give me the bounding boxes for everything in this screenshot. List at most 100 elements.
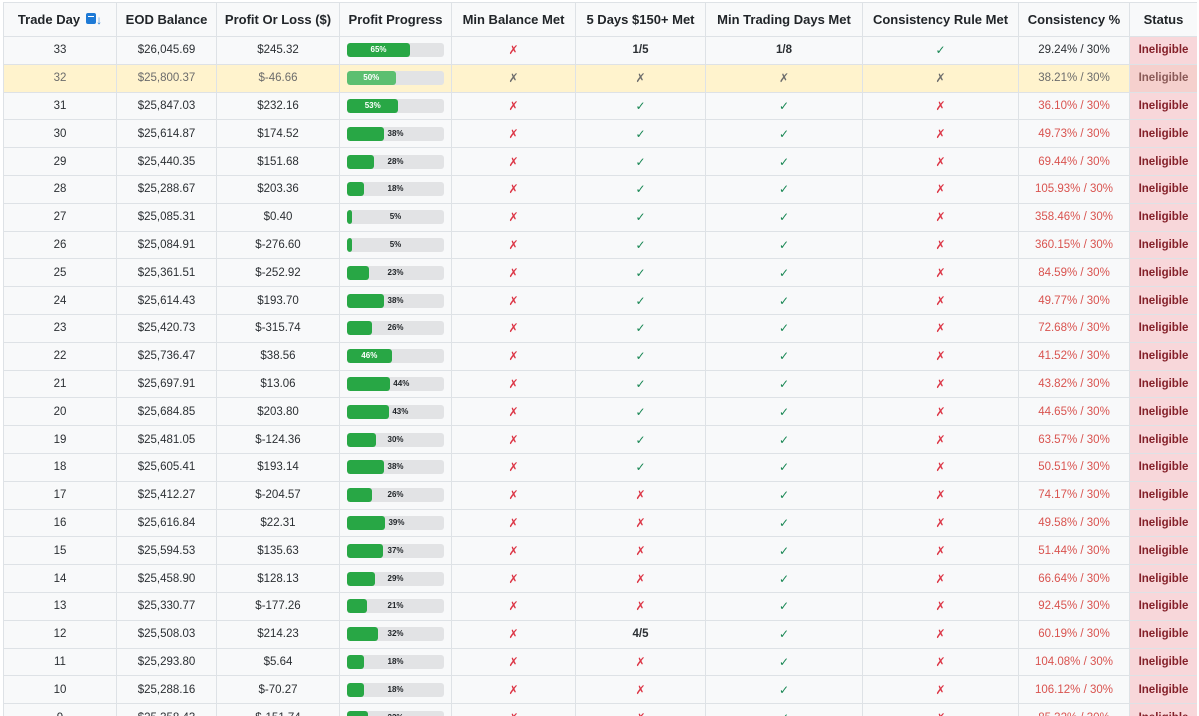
table-row[interactable]: 24 $25,614.43 $193.70 38% ✗ ✓ ✓ ✗ 49.77% / 30% In… <box>3 286 1197 315</box>
table-row[interactable]: 16 $25,616.84 $22.31 39% ✗ ✗ ✓ ✗ 49.58% / 30% Ine… <box>3 508 1197 538</box>
profit-progress-bar: 26% <box>347 321 444 336</box>
consistency-percent-cell: 92.45% / 30% <box>1018 591 1130 621</box>
consistency-rule-met-cell: ✗ <box>862 397 1019 427</box>
consistency-percent-cell: 69.44% / 30% <box>1018 147 1130 176</box>
consistency-percent-cell: 360.15% / 30% <box>1018 230 1130 260</box>
five-days-met-cell: ✗ <box>575 536 706 566</box>
header-min-trading-days-met[interactable]: Min Trading Days Met <box>705 2 863 37</box>
header-min-balance-met[interactable]: Min Balance Met <box>451 2 576 37</box>
header-profit-progress[interactable]: Profit Progress <box>339 2 452 37</box>
profit-progress-bar: 38% <box>347 293 444 308</box>
table-row[interactable]: 32 $25,800.37 $-46.66 50% ✗ ✗ ✗ ✗ 38.21% / 30% In… <box>3 63 1197 93</box>
five-days-met-cell: ✗ <box>575 564 706 593</box>
profit-progress-label: 21% <box>387 601 404 611</box>
min-balance-met-cell: ✗ <box>451 119 576 149</box>
profit-or-loss-cell: $-124.36 <box>216 425 340 454</box>
table-row[interactable]: 19 $25,481.05 $-124.36 30% ✗ ✓ ✓ ✗ 63.57% / 30% I… <box>3 425 1197 454</box>
table-row[interactable]: 21 $25,697.91 $13.06 44% ✗ ✓ ✓ ✗ 43.82% / 30% Ine… <box>3 369 1197 399</box>
consistency-rule-met-cell: ✗ <box>862 286 1019 315</box>
five-days-met-cell: ✓ <box>575 286 706 315</box>
header-trade-day-label: Trade Day <box>17 12 81 27</box>
table-row[interactable]: 9$25,358.43$-151.7422%✗✗✓✗85.32% / 30%In… <box>3 703 1197 716</box>
trade-day-cell: 23 <box>3 313 117 343</box>
status-badge: Ineligible <box>1129 703 1197 716</box>
profit-or-loss-cell: $135.63 <box>216 536 340 566</box>
profit-progress-label: 38% <box>387 295 404 305</box>
consistency-percent-cell: 49.58% / 30% <box>1018 508 1130 538</box>
consistency-percent-cell: 358.46% / 30% <box>1018 202 1130 232</box>
table-row[interactable]: 29 $25,440.35 $151.68 28% ✗ ✓ ✓ ✗ 69.44% / 30% In… <box>3 147 1197 176</box>
consistency-rule-met-cell: ✗ <box>862 313 1019 343</box>
status-badge: Ineligible <box>1129 564 1197 593</box>
table-row[interactable]: 33 $26,045.69 $245.32 65% ✗ 1/5 1/8 ✓ 29.24% / 3… <box>3 36 1197 65</box>
header-five-days-met[interactable]: 5 Days $150+ Met <box>575 2 706 37</box>
table-row[interactable]: 28 $25,288.67 $203.36 18% ✗ ✓ ✓ ✗ 105.93% / 30% I… <box>3 174 1197 204</box>
profit-or-loss-cell: $193.14 <box>216 452 340 482</box>
profit-progress-cell: 65% <box>339 36 452 65</box>
trade-day-cell: 29 <box>3 147 117 176</box>
status-badge: Ineligible <box>1129 675 1197 705</box>
profit-progress-label: 46% <box>361 351 378 361</box>
profit-progress-cell: 28% <box>339 147 452 176</box>
profit-or-loss-cell: $151.68 <box>216 147 340 176</box>
trade-day-cell: 13 <box>3 591 117 621</box>
consistency-rule-met-cell: ✗ <box>862 675 1019 705</box>
profit-progress-label: 50% <box>363 73 380 83</box>
profit-progress-bar: 28% <box>347 154 444 169</box>
consistency-rule-met-cell: ✗ <box>862 591 1019 621</box>
consistency-rule-met-cell: ✗ <box>862 703 1019 716</box>
table-row[interactable]: 30 $25,614.87 $174.52 38% ✗ ✓ ✓ ✗ 49.73% / 30% In… <box>3 119 1197 149</box>
header-eod-balance[interactable]: EOD Balance <box>116 2 217 37</box>
status-badge: Ineligible <box>1129 230 1197 260</box>
header-trade-day[interactable]: Trade Day ↓ <box>3 2 117 37</box>
consistency-rule-met-cell: ✗ <box>862 91 1019 121</box>
table-row[interactable]: 22 $25,736.47 $38.56 46% ✗ ✓ ✓ ✗ 41.52% / 30% Ine… <box>3 341 1197 371</box>
table-row[interactable]: 26 $25,084.91 $-276.60 5% ✗ ✓ ✓ ✗ 360.15% / 30% I… <box>3 230 1197 260</box>
table-row[interactable]: 18 $25,605.41 $193.14 38% ✗ ✓ ✓ ✗ 50.51% / 30% In… <box>3 452 1197 482</box>
five-days-met-cell: ✓ <box>575 258 706 288</box>
table-row[interactable]: 11 $25,293.80 $5.64 18% ✗ ✗ ✓ ✗ 104.08% / 30% Ine… <box>3 647 1197 677</box>
status-badge: Ineligible <box>1129 397 1197 427</box>
table-row[interactable]: 17 $25,412.27 $-204.57 26% ✗ ✗ ✓ ✗ 74.17% / 30% I… <box>3 480 1197 510</box>
trade-day-cell: 12 <box>3 619 117 649</box>
profit-or-loss-cell: $-204.57 <box>216 480 340 510</box>
profit-or-loss-cell: $-315.74 <box>216 313 340 343</box>
profit-progress-cell: 26% <box>339 313 452 343</box>
table-row[interactable]: 12 $25,508.03 $214.23 32% ✗ 4/5 ✓ ✗ 60.19% / 30%… <box>3 619 1197 649</box>
table-row[interactable]: 27 $25,085.31 $0.40 5% ✗ ✓ ✓ ✗ 358.46% / 30% Inel… <box>3 202 1197 232</box>
table-row[interactable]: 13 $25,330.77 $-177.26 21% ✗ ✗ ✓ ✗ 92.45% / 30% I… <box>3 591 1197 621</box>
table-row[interactable]: 31 $25,847.03 $232.16 53% ✗ ✓ ✓ ✗ 36.10% / 30% In… <box>3 91 1197 121</box>
min-trading-days-met-cell: ✓ <box>705 480 863 510</box>
consistency-rule-met-cell: ✓ <box>862 36 1019 65</box>
table-row[interactable]: 10 $25,288.16 $-70.27 18% ✗ ✗ ✓ ✗ 106.12% / 30% I… <box>3 675 1197 705</box>
eod-balance-cell: $25,508.03 <box>116 619 217 649</box>
header-profit-or-loss[interactable]: Profit Or Loss ($) <box>216 2 340 37</box>
trade-day-cell: 24 <box>3 286 117 315</box>
table-row[interactable]: 20 $25,684.85 $203.80 43% ✗ ✓ ✓ ✗ 44.65% / 30% In… <box>3 397 1197 427</box>
profit-or-loss-cell: $-252.92 <box>216 258 340 288</box>
trade-day-cell: 10 <box>3 675 117 705</box>
header-consistency-rule-met[interactable]: Consistency Rule Met <box>862 2 1019 37</box>
five-days-met-cell: ✓ <box>575 341 706 371</box>
table-row[interactable]: 25 $25,361.51 $-252.92 23% ✗ ✓ ✓ ✗ 84.59% / 30% I… <box>3 258 1197 288</box>
profit-progress-fill <box>347 710 369 716</box>
trade-day-cell: 19 <box>3 425 117 454</box>
min-trading-days-met-cell: ✓ <box>705 619 863 649</box>
profit-progress-fill <box>347 682 365 697</box>
table-row[interactable]: 15 $25,594.53 $135.63 37% ✗ ✗ ✓ ✗ 51.44% / 30% In… <box>3 536 1197 566</box>
profit-progress-bar: 18% <box>347 182 444 197</box>
table-row[interactable]: 14 $25,458.90 $128.13 29% ✗ ✗ ✓ ✗ 66.64% / 30% In… <box>3 564 1197 593</box>
profit-progress-cell: 18% <box>339 675 452 705</box>
consistency-percent-cell: 63.57% / 30% <box>1018 425 1130 454</box>
eod-balance-cell: $25,288.16 <box>116 675 217 705</box>
table-row[interactable]: 23 $25,420.73 $-315.74 26% ✗ ✓ ✓ ✗ 72.68% / 30% I… <box>3 313 1197 343</box>
header-consistency-percent[interactable]: Consistency % <box>1018 2 1130 37</box>
sort-descending-icon: ↓ <box>96 13 103 27</box>
five-days-met-cell: 1/5 <box>575 36 706 65</box>
eod-balance-cell: $25,420.73 <box>116 313 217 343</box>
header-status[interactable]: Status <box>1129 2 1197 37</box>
consistency-percent-cell: 60.19% / 30% <box>1018 619 1130 649</box>
five-days-met-cell: ✓ <box>575 452 706 482</box>
consistency-percent-cell: 66.64% / 30% <box>1018 564 1130 593</box>
table-header-row: Trade Day ↓ EOD Balance Profit Or Loss (… <box>3 2 1197 37</box>
